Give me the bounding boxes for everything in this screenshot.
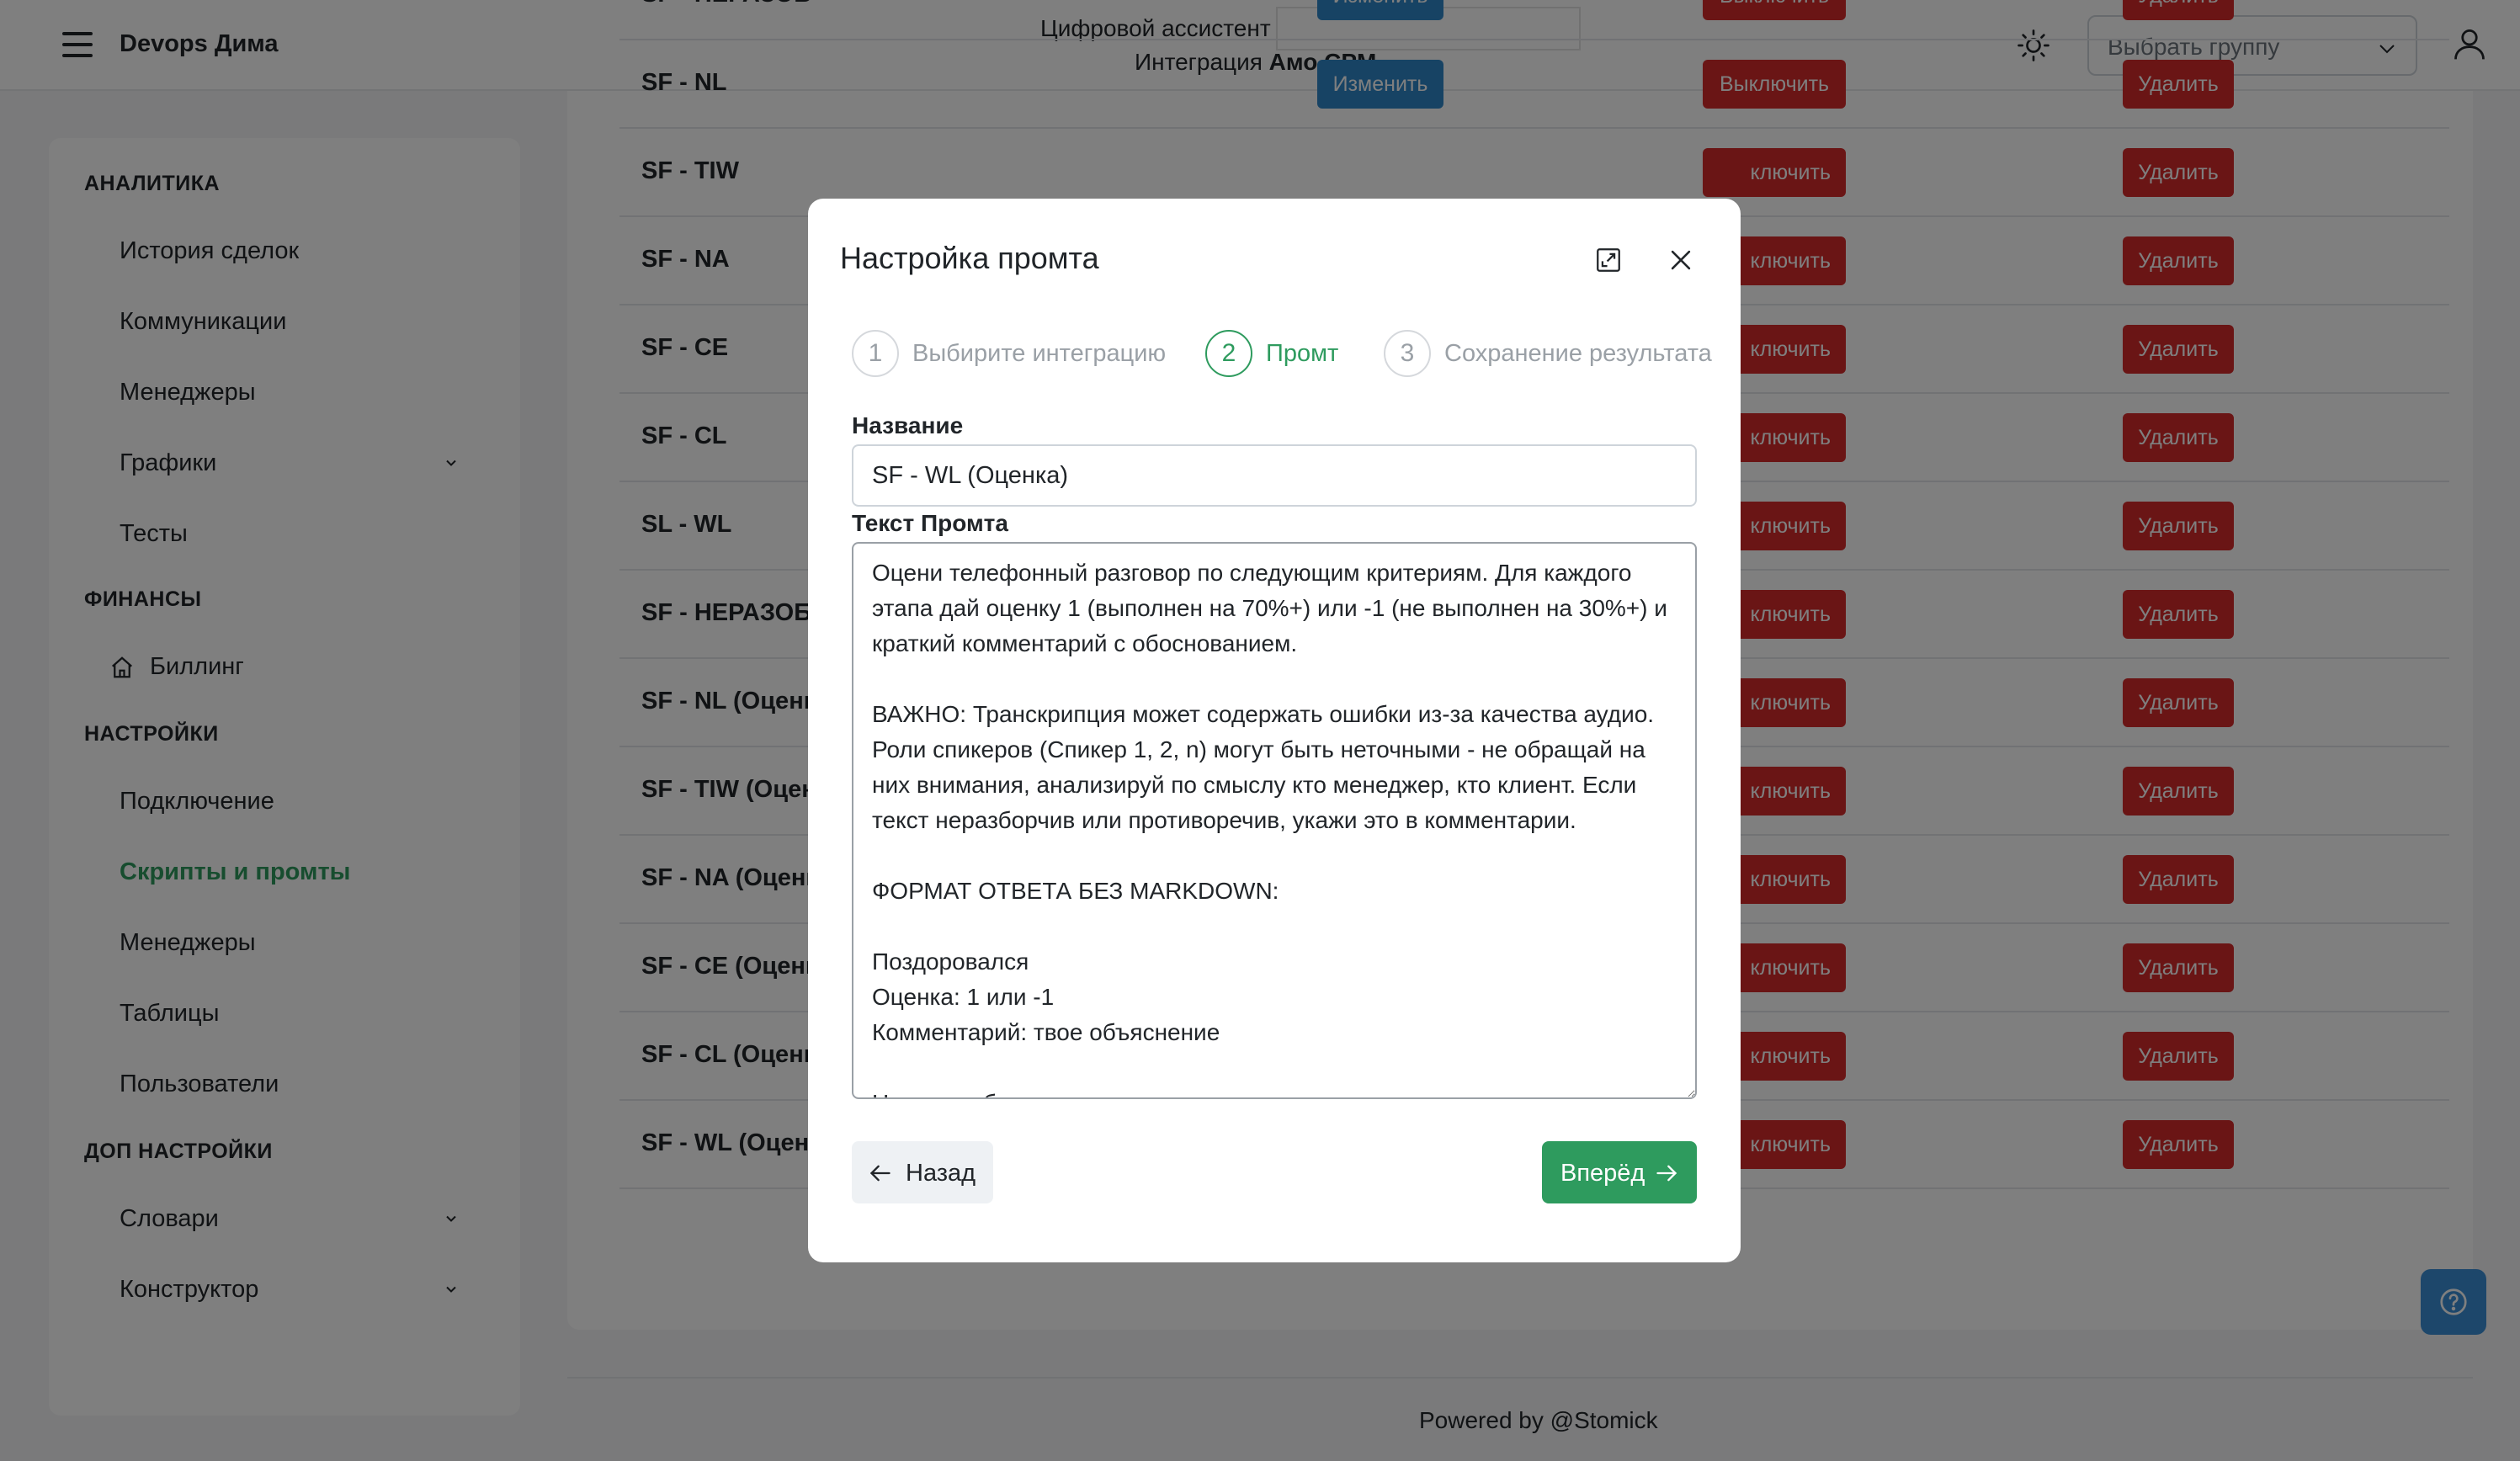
next-button-label: Вперёд (1560, 1160, 1645, 1187)
expand-icon[interactable] (1594, 246, 1623, 274)
prompt-name-input[interactable] (852, 444, 1697, 507)
step-3-save-result[interactable]: 3 Сохранение результата (1384, 330, 1712, 377)
step-2-prompt[interactable]: 2 Промт (1205, 330, 1338, 377)
prompt-settings-modal: Настройка промта 1 Выбирите интеграцию 2… (808, 199, 1741, 1262)
arrow-right-icon (1656, 1165, 1677, 1182)
step-label: Сохранение результата (1444, 339, 1712, 367)
step-label: Промт (1266, 339, 1339, 367)
back-button[interactable]: Назад (852, 1141, 993, 1203)
close-icon[interactable] (1667, 246, 1695, 274)
arrow-left-icon (869, 1165, 891, 1182)
step-1-select-integration[interactable]: 1 Выбирите интеграцию (852, 330, 1166, 377)
back-button-label: Назад (906, 1160, 976, 1187)
modal-title: Настройка промта (840, 241, 1099, 275)
step-number: 3 (1384, 330, 1431, 377)
prompt-text-area[interactable]: Оцени телефонный разговор по следующим к… (852, 542, 1697, 1099)
step-number: 2 (1205, 330, 1252, 377)
step-number: 1 (852, 330, 899, 377)
step-label: Выбирите интеграцию (912, 339, 1167, 367)
next-button[interactable]: Вперёд (1542, 1141, 1697, 1203)
name-field-label: Название (852, 412, 964, 438)
prompt-text-label: Текст Промта (852, 510, 1008, 536)
